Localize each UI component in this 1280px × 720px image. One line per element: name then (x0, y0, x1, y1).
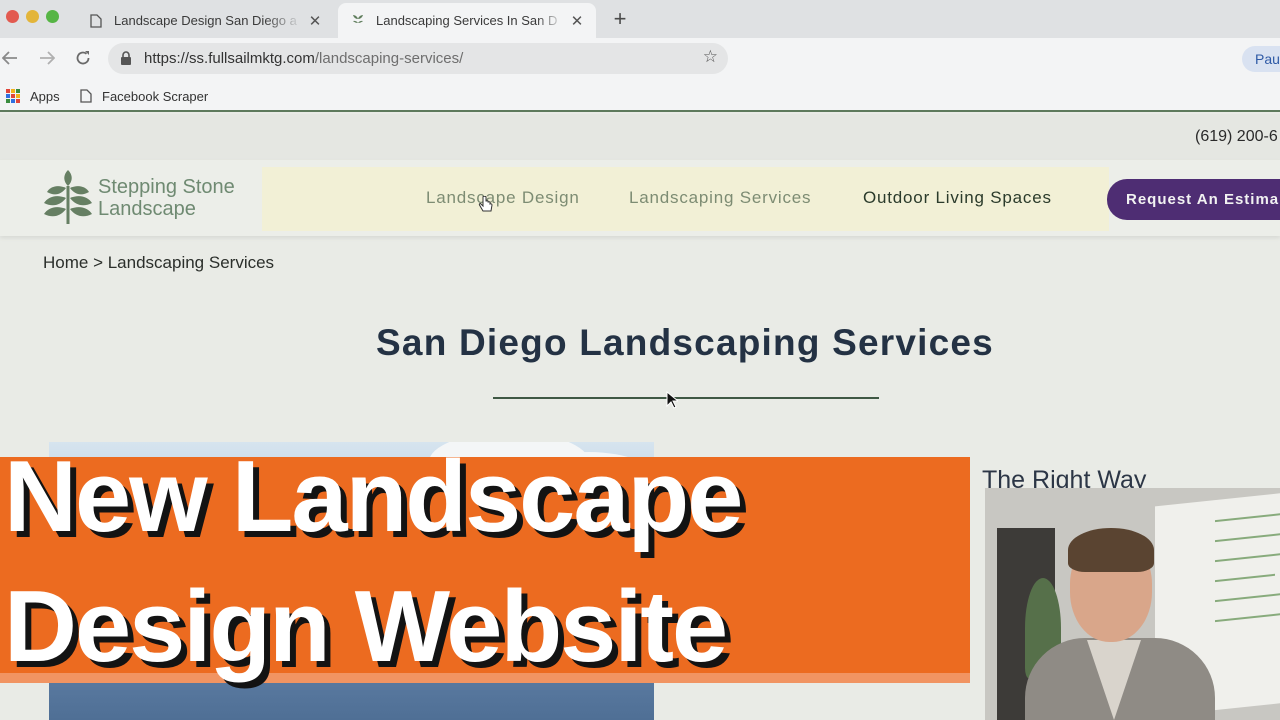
reload-icon[interactable] (73, 48, 93, 68)
new-tab-button[interactable]: + (610, 6, 630, 32)
tab-title: Landscaping Services In San D (376, 13, 558, 28)
close-tab-icon[interactable]: ✕ (570, 12, 584, 30)
nav-outdoor-living-spaces[interactable]: Outdoor Living Spaces (863, 188, 1052, 208)
browser-tab-landscaping-services[interactable]: Landscaping Services In San D ✕ (338, 3, 596, 38)
presenter-hair (1068, 528, 1154, 572)
close-tab-icon[interactable]: ✕ (308, 12, 322, 30)
close-window-button[interactable] (6, 10, 19, 23)
maximize-window-button[interactable] (46, 10, 59, 23)
browser-tab-bar: Landscape Design San Diego a ✕ Landscapi… (0, 0, 1280, 38)
url-host: https://ss.fullsailmktg.com (144, 50, 315, 67)
logo-line-1: Stepping Stone (98, 176, 235, 198)
url-path: /landscaping-services/ (314, 50, 464, 67)
banner-line-2: Design Website (4, 571, 728, 683)
tab-title: Landscape Design San Diego a (114, 13, 297, 28)
apps-grid-icon (6, 89, 20, 103)
address-bar[interactable]: https://ss.fullsailmktg.com/landscaping-… (108, 43, 728, 74)
bookmarks-bar: Apps Facebook Scraper (0, 80, 1280, 112)
profile-button[interactable]: Pau (1242, 46, 1280, 72)
bookmark-apps[interactable]: Apps (6, 85, 60, 107)
mouse-pointer-icon (666, 390, 680, 409)
bookmark-label: Facebook Scraper (102, 88, 209, 104)
site-logo-text[interactable]: Stepping Stone Landscape (98, 176, 235, 220)
document-icon (80, 89, 92, 103)
forward-icon[interactable] (37, 48, 57, 68)
presenter-webcam (985, 488, 1280, 720)
phone-number-link[interactable]: (619) 200-6 (1195, 128, 1278, 146)
nav-landscape-design[interactable]: Landscape Design (426, 188, 580, 208)
nav-landscaping-services[interactable]: Landscaping Services (629, 188, 811, 208)
page-title: San Diego Landscaping Services (376, 322, 994, 363)
site-header: Stepping Stone Landscape Landscape Desig… (0, 160, 1280, 236)
hand-cursor-icon (478, 195, 494, 214)
request-estimate-button[interactable]: Request An Estima (1107, 179, 1280, 220)
browser-tab-landscape-design[interactable]: Landscape Design San Diego a ✕ (76, 3, 334, 38)
lock-icon (120, 51, 134, 66)
bookmark-label: Apps (30, 88, 60, 104)
bookmark-star-icon[interactable]: ☆ (703, 47, 718, 67)
bookmark-facebook-scraper[interactable]: Facebook Scraper (80, 85, 208, 107)
logo-line-2: Landscape (98, 198, 196, 220)
banner-line-1: New Landscape (4, 441, 743, 553)
browser-toolbar: https://ss.fullsailmktg.com/landscaping-… (0, 38, 1280, 109)
site-top-bar: (619) 200-6 (0, 114, 1280, 160)
title-divider (493, 397, 879, 399)
back-icon[interactable] (0, 48, 20, 68)
document-icon (88, 13, 104, 29)
leaf-favicon-icon (350, 13, 366, 29)
url-text[interactable]: https://ss.fullsailmktg.com/landscaping-… (144, 50, 463, 67)
minimize-window-button[interactable] (26, 10, 39, 23)
leaf-logo-icon[interactable] (42, 168, 94, 226)
breadcrumb[interactable]: Home > Landscaping Services (43, 253, 274, 273)
